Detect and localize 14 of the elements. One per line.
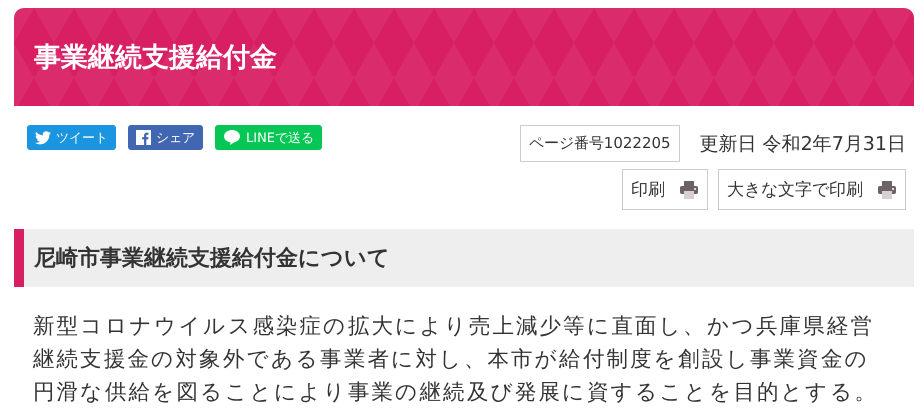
section-heading: 尼崎市事業継続支援給付金について <box>14 229 914 287</box>
updated-date: 更新日 令和2年7月31日 <box>700 132 906 156</box>
page-title: 事業継続支援給付金 <box>34 41 277 75</box>
print-button[interactable]: 大きな文字で印刷 <box>718 169 906 210</box>
print-button[interactable]: 印刷 <box>622 169 708 210</box>
body-paragraph: 新型コロナウイルス感染症の拡大により売上減少等に直面し、かつ兵庫県経営継続支援金の対象外である事業者に対し、本市が給付制度を創設し事業資金の円滑な供給を図ることにより事業の継続及び発展に資することを目的とする。 <box>33 313 878 407</box>
facebook-icon <box>136 130 151 145</box>
bird-icon <box>35 130 51 144</box>
printer-icon <box>877 180 897 200</box>
share-button[interactable]: シェア <box>128 125 203 150</box>
printer-icon <box>679 180 699 200</box>
share-button[interactable]: ツイート <box>27 125 116 150</box>
page-number: ページ番号1022205 <box>520 125 680 162</box>
speech-bubble-icon <box>223 129 241 146</box>
